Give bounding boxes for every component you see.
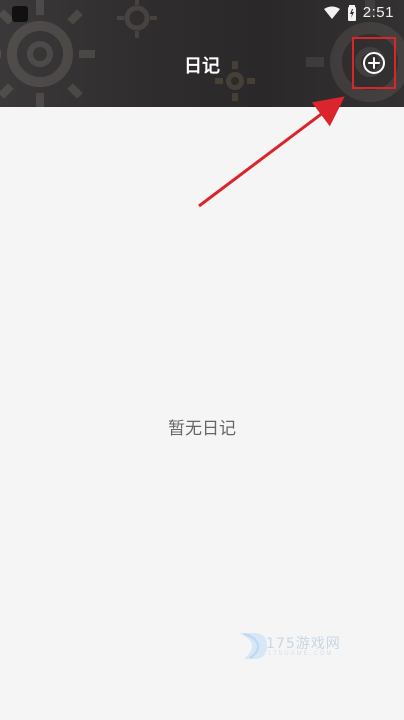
app-status-icon (12, 6, 28, 22)
battery-icon (347, 4, 356, 21)
status-bar: 2:51 (0, 0, 404, 30)
status-bar-right: 2:51 (323, 4, 394, 21)
empty-diary-message: 暂无日记 (168, 419, 236, 439)
status-time: 2:51 (362, 4, 394, 21)
page-title: 日记 (184, 56, 220, 77)
app-header: 2:51 日记 (0, 0, 404, 107)
watermark-subtext: 175GAME.COM (268, 651, 334, 657)
annotation-arrow-icon (198, 96, 345, 208)
plus-circle-icon (363, 52, 385, 74)
watermark-text: 175游戏网 (266, 636, 341, 652)
wifi-icon (323, 6, 340, 19)
add-diary-button[interactable] (352, 37, 396, 89)
